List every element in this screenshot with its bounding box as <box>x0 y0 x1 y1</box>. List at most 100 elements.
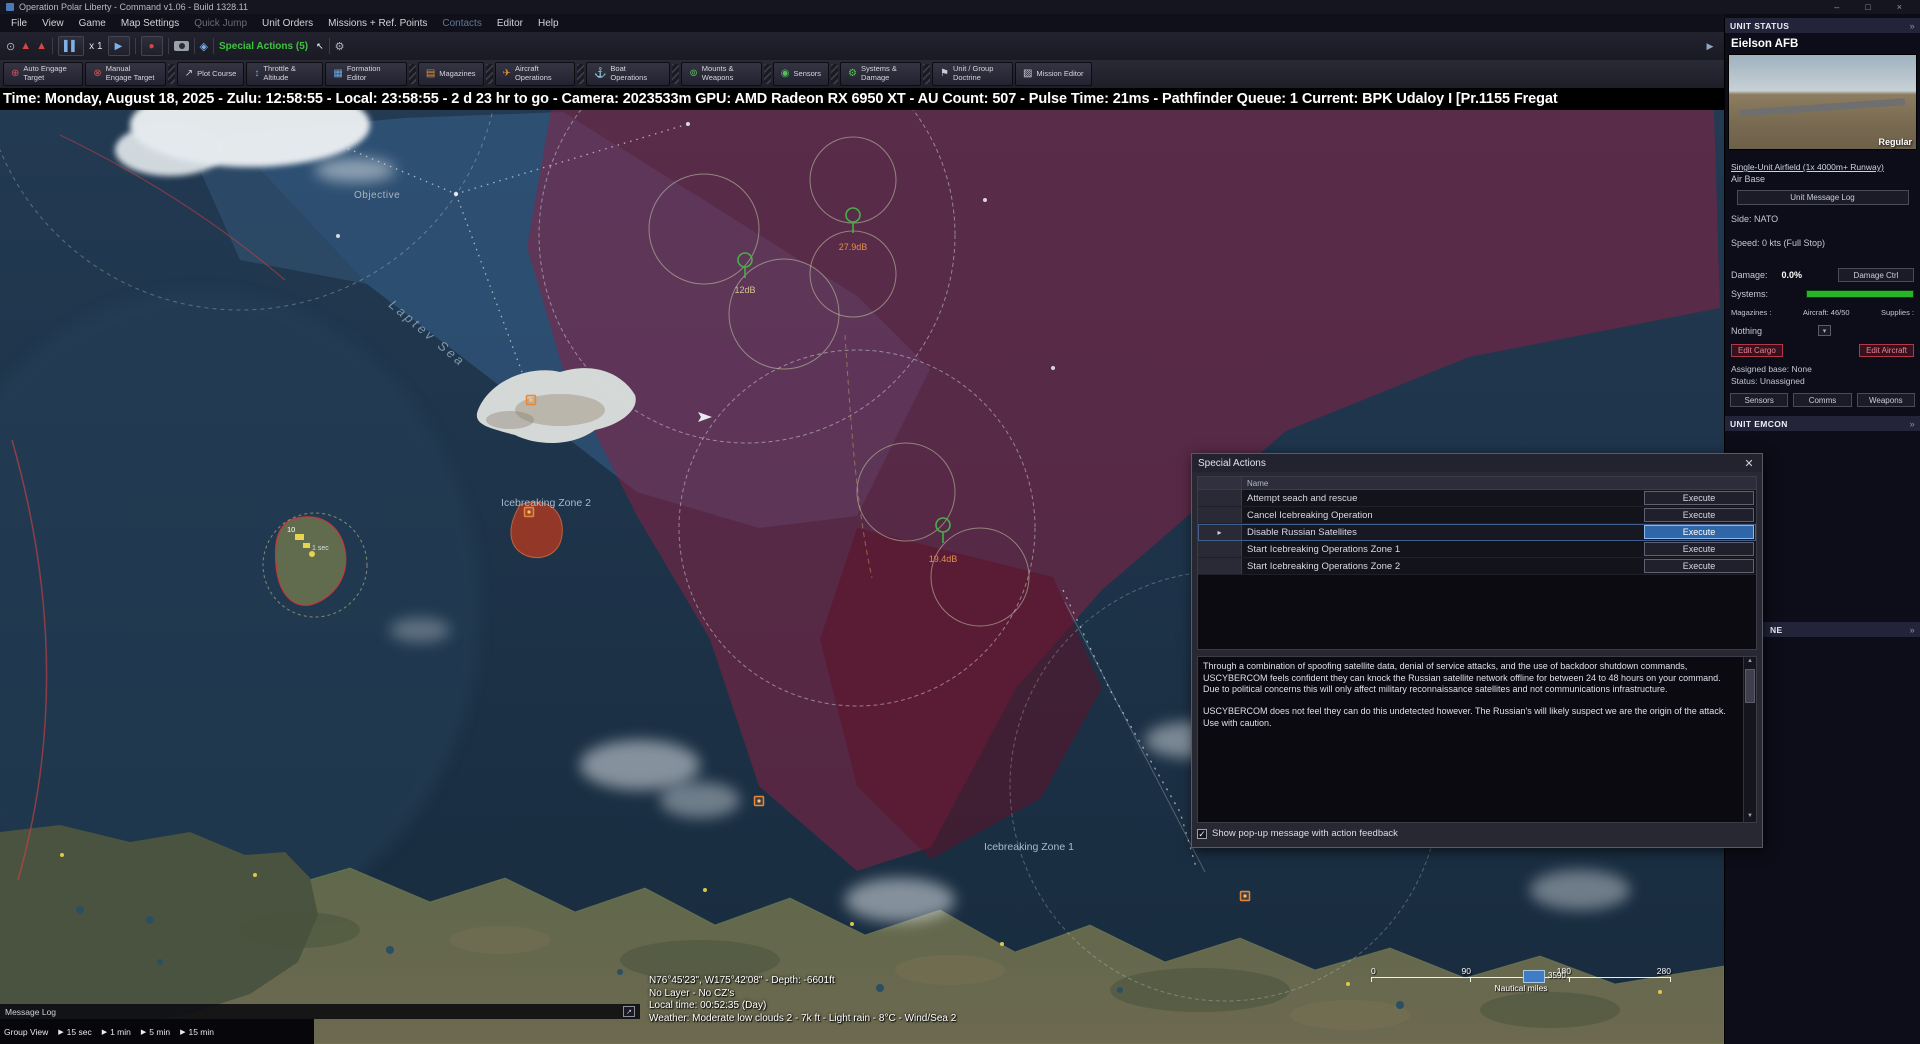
dialog-close-button[interactable]: ✕ <box>1742 457 1756 470</box>
scroll-down-icon[interactable]: ▼ <box>1744 813 1756 821</box>
objective-label: Objective <box>354 190 400 201</box>
minimize-button[interactable]: – <box>1834 2 1839 12</box>
systems-damage-button[interactable]: ⚙ Systems & Damage <box>840 62 921 86</box>
throttle-altitude-button[interactable]: ↕ Throttle & Altitude <box>246 62 323 86</box>
row-selector-cell[interactable] <box>1198 558 1242 574</box>
magazines-link[interactable]: Magazines : <box>1731 308 1771 317</box>
menu-quick-jump[interactable]: Quick Jump <box>187 16 254 31</box>
scrollbar-thumb[interactable] <box>1745 669 1755 703</box>
mounts-weapons-button[interactable]: ⊚ Mounts & Weapons <box>681 62 761 86</box>
unit-group-doctrine-button[interactable]: ⚑ Unit / Group Doctrine <box>932 62 1013 86</box>
menu-map-settings[interactable]: Map Settings <box>114 16 186 31</box>
main-toolbar: ⊙ ▲ ▲ ▌▌ x 1 ▶ ● ◈ Special Actions (5) ↖… <box>0 32 1724 60</box>
filter-5min[interactable]: 5 min <box>149 1027 170 1037</box>
menu-file[interactable]: File <box>4 16 34 31</box>
damage-row: Damage: 0.0% Damage Ctrl <box>1731 268 1914 282</box>
action-row[interactable]: Attempt seach and rescue Execute <box>1198 490 1756 507</box>
toolbar-separator <box>213 38 214 54</box>
action-row[interactable]: Start Icebreaking Operations Zone 2 Exec… <box>1198 558 1756 575</box>
camera-icon[interactable] <box>174 41 189 51</box>
time-display-icon[interactable]: ⊙ <box>6 40 15 53</box>
dialog-titlebar[interactable]: Special Actions ✕ <box>1192 454 1762 472</box>
menu-view[interactable]: View <box>35 16 71 31</box>
engage-defensive-icon[interactable]: ▲ <box>36 40 47 52</box>
action-row-selected[interactable]: ▸ Disable Russian Satellites Execute <box>1198 524 1756 541</box>
unit-class-link[interactable]: Single-Unit Airfield (1x 4000m+ Runway) <box>1731 162 1914 172</box>
special-actions-dialog: Special Actions ✕ Name Attempt seach and… <box>1191 453 1763 848</box>
formation-editor-button[interactable]: ▦ Formation Editor <box>325 62 406 86</box>
aircraft-operations-button[interactable]: ✈ Aircraft Operations <box>495 62 575 86</box>
cursor-icon: ↖ <box>316 41 324 52</box>
supplies-link[interactable]: Supplies : <box>1881 308 1914 317</box>
execute-button[interactable]: Execute <box>1644 542 1754 556</box>
menu-game[interactable]: Game <box>72 16 113 31</box>
popout-icon[interactable]: ↗ <box>623 1006 635 1017</box>
action-row[interactable]: Start Icebreaking Operations Zone 1 Exec… <box>1198 541 1756 558</box>
menu-editor[interactable]: Editor <box>490 16 530 31</box>
scope-icon[interactable]: ◈ <box>200 40 208 53</box>
record-button[interactable]: ● <box>141 36 163 56</box>
assignment-status-label: Status: Unassigned <box>1731 376 1914 386</box>
execute-button[interactable]: Execute <box>1644 508 1754 522</box>
row-selector-cell[interactable]: ▸ <box>1198 524 1242 540</box>
magazines-button[interactable]: ▤ Magazines <box>418 62 484 86</box>
menu-missions-ref-points[interactable]: Missions + Ref. Points <box>321 16 434 31</box>
action-row[interactable]: Cancel Icebreaking Operation Execute <box>1198 507 1756 524</box>
menu-contacts[interactable]: Contacts <box>435 16 488 31</box>
filter-15sec[interactable]: 15 sec <box>67 1027 92 1037</box>
edit-buttons-row: Edit Cargo Edit Aircraft <box>1731 344 1914 357</box>
play-button[interactable]: ▶ <box>108 36 130 56</box>
sensors-button[interactable]: ◉ Sensors <box>773 62 829 86</box>
plot-course-button[interactable]: ↗ Plot Course <box>177 62 245 86</box>
filter-15min[interactable]: 15 min <box>188 1027 214 1037</box>
simulation-status-bar: Time: Monday, August 18, 2025 - Zulu: 12… <box>0 88 1724 110</box>
icebreaking-zone-2-label: Icebreaking Zone 2 <box>501 497 591 509</box>
engage-offensive-icon[interactable]: ▲ <box>20 40 31 52</box>
execute-button[interactable]: Execute <box>1644 491 1754 505</box>
menu-help[interactable]: Help <box>531 16 566 31</box>
row-selector-cell[interactable] <box>1198 507 1242 523</box>
cargo-dropdown[interactable]: ▾ <box>1818 325 1831 336</box>
menu-unit-orders[interactable]: Unit Orders <box>255 16 320 31</box>
unit-message-log-button[interactable]: Unit Message Log <box>1737 190 1909 205</box>
gear-icon[interactable]: ⚙ <box>335 40 345 53</box>
manual-engage-target-button[interactable]: ⊗ Manual Engage Target <box>85 62 165 86</box>
boat-operations-button[interactable]: ⚓ Boat Operations <box>586 62 670 86</box>
close-button[interactable]: × <box>1897 2 1902 12</box>
coordinates-label: N76°45'23", W175°42'08" - Depth: -6601ft <box>649 975 956 988</box>
edit-aircraft-button[interactable]: Edit Aircraft <box>1859 344 1914 357</box>
scroll-up-icon[interactable]: ▲ <box>1744 658 1756 666</box>
comms-detail-button[interactable]: Comms <box>1793 393 1851 407</box>
row-selector-cell[interactable] <box>1198 541 1242 557</box>
action-description: Through a combination of spoofing satell… <box>1197 656 1757 823</box>
edit-cargo-button[interactable]: Edit Cargo <box>1731 344 1783 357</box>
description-scrollbar[interactable]: ▲ ▼ <box>1743 657 1756 822</box>
toolbar-expand-button[interactable]: ▶ <box>1702 34 1718 58</box>
filter-1min[interactable]: 1 min <box>110 1027 131 1037</box>
auto-engage-target-button[interactable]: ⊕ Auto Engage Target <box>3 62 83 86</box>
mission-editor-button[interactable]: ▨ Mission Editor <box>1015 62 1092 86</box>
unit-status-header[interactable]: UNIT STATUS » <box>1725 18 1920 33</box>
friendly-surface-contact[interactable] <box>1523 970 1545 983</box>
group-view-toggle[interactable]: Group View <box>4 1027 48 1037</box>
special-actions-menu[interactable]: Special Actions (5) <box>219 41 308 52</box>
unit-emcon-header[interactable]: UNIT EMCON » <box>1725 416 1920 431</box>
ribbon-label: Sensors <box>794 70 822 79</box>
feedback-checkbox[interactable]: ✓ <box>1197 829 1207 839</box>
row-selector-cell[interactable] <box>1198 490 1242 506</box>
execute-button[interactable]: Execute <box>1644 559 1754 573</box>
cargo-row: Nothing ▾ <box>1731 325 1914 336</box>
ribbon-label: Formation Editor <box>347 65 399 82</box>
speed-label: Speed: 0 kts (Full Stop) <box>1731 238 1914 248</box>
boat-operations-icon: ⚓ <box>594 69 606 79</box>
pause-button[interactable]: ▌▌ <box>58 36 84 56</box>
execute-button[interactable]: Execute <box>1644 525 1754 539</box>
damage-ctrl-button[interactable]: Damage Ctrl <box>1838 268 1914 282</box>
contact-signal-label: 19.4dB <box>929 554 958 564</box>
message-log-bar[interactable]: Message Log ↗ <box>0 1004 640 1019</box>
weapons-detail-button[interactable]: Weapons <box>1857 393 1915 407</box>
ribbon-label: Manual Engage Target <box>106 65 158 82</box>
aircraft-count-label[interactable]: Aircraft: 46/50 <box>1803 308 1850 317</box>
maximize-button[interactable]: □ <box>1865 2 1870 12</box>
sensors-detail-button[interactable]: Sensors <box>1730 393 1788 407</box>
